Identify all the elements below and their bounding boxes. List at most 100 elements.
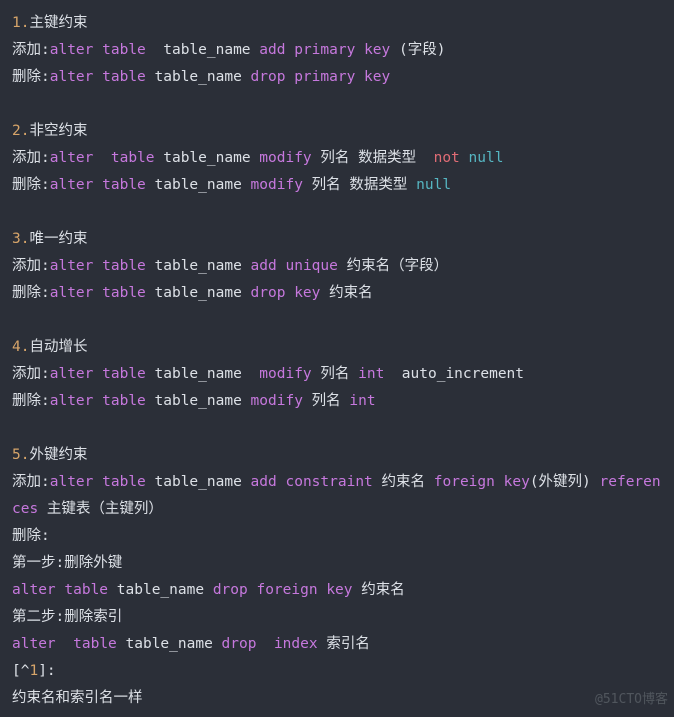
token-plain xyxy=(495,474,504,490)
watermark: @51CTO博客 xyxy=(595,686,668,713)
token-kw: drop xyxy=(251,285,286,301)
code-line: 删除:alter table table_name drop primary k… xyxy=(12,64,662,91)
token-kw: alter xyxy=(50,258,94,274)
code-line: 添加:alter table table_name add unique 约束名… xyxy=(12,253,662,280)
token-kw: alter xyxy=(12,582,56,598)
token-plain: ]: xyxy=(38,663,55,679)
token-plain xyxy=(285,285,294,301)
token-plain xyxy=(318,582,327,598)
code-line: alter table table_name drop foreign key … xyxy=(12,577,662,604)
token-kw: table xyxy=(102,177,146,193)
token-plain: 删除: xyxy=(12,285,50,301)
token-plain xyxy=(93,393,102,409)
token-plain xyxy=(285,69,294,85)
token-plain: 第一步:删除外键 xyxy=(12,555,122,571)
token-kw: table xyxy=(102,366,146,382)
token-kw: key xyxy=(326,582,352,598)
token-plain xyxy=(93,258,102,274)
token-plain: auto_increment xyxy=(384,366,524,382)
code-line xyxy=(12,199,662,226)
token-kw: modify xyxy=(259,366,311,382)
code-line: alter table table_name drop index 索引名 xyxy=(12,631,662,658)
code-line: 删除:alter table table_name modify 列名 int xyxy=(12,388,662,415)
token-kw: modify xyxy=(251,393,303,409)
token-kw: foreign xyxy=(256,582,317,598)
token-kw: index xyxy=(274,636,318,652)
token-kw: alter xyxy=(50,366,94,382)
token-kw: alter xyxy=(12,636,56,652)
token-plain: 添加: xyxy=(12,42,50,58)
token-num: 4. xyxy=(12,339,29,355)
token-kw: key xyxy=(364,69,390,85)
token-plain: 约束名（字段） xyxy=(338,258,448,274)
token-kw: alter xyxy=(50,474,94,490)
token-kw: table xyxy=(111,150,155,166)
code-block: 1.主键约束添加:alter table table_name add prim… xyxy=(12,10,662,712)
token-kw: primary xyxy=(294,42,355,58)
token-kw: alter xyxy=(50,69,94,85)
token-plain: 约束名和索引名一样 xyxy=(12,690,143,706)
code-line: 2.非空约束 xyxy=(12,118,662,145)
token-plain xyxy=(355,42,364,58)
token-plain: 列名 xyxy=(312,366,358,382)
code-line: 3.唯一约束 xyxy=(12,226,662,253)
token-kw: alter xyxy=(50,150,94,166)
token-kw: add xyxy=(251,474,277,490)
token-plain xyxy=(93,177,102,193)
token-plain: table_name xyxy=(146,177,251,193)
code-line: 删除:alter table table_name modify 列名 数据类型… xyxy=(12,172,662,199)
code-line xyxy=(12,307,662,334)
token-kw: primary xyxy=(294,69,355,85)
token-plain xyxy=(93,474,102,490)
token-kw: table xyxy=(102,258,146,274)
token-kw: alter xyxy=(50,177,94,193)
token-kw: table xyxy=(102,393,146,409)
token-kw: key xyxy=(364,42,390,58)
token-kw: foreign xyxy=(434,474,495,490)
token-plain: (字段) xyxy=(390,42,445,58)
token-plain: table_name xyxy=(108,582,213,598)
token-plain: 外键约束 xyxy=(29,447,87,463)
token-plain xyxy=(355,69,364,85)
token-plain: 主键约束 xyxy=(29,15,87,31)
token-kw: unique xyxy=(285,258,337,274)
code-line: 4.自动增长 xyxy=(12,334,662,361)
token-plain: table_name xyxy=(117,636,222,652)
token-kw: table xyxy=(73,636,117,652)
token-plain: 删除: xyxy=(12,393,50,409)
token-plain: (外键列) xyxy=(530,474,600,490)
code-line: 第二步:删除索引 xyxy=(12,604,662,631)
token-plain xyxy=(93,285,102,301)
token-plain xyxy=(93,150,110,166)
token-kw: int xyxy=(349,393,375,409)
token-kw: drop xyxy=(213,582,248,598)
token-kw: table xyxy=(102,474,146,490)
token-kw: table xyxy=(102,42,146,58)
token-kw: modify xyxy=(259,150,311,166)
token-plain: 添加: xyxy=(12,474,50,490)
token-kw: alter xyxy=(50,285,94,301)
token-num: 5. xyxy=(12,447,29,463)
token-plain: 主键表（主键列） xyxy=(38,501,163,517)
token-kw: add xyxy=(251,258,277,274)
code-line: 约束名和索引名一样 xyxy=(12,685,662,712)
token-plain: table_name xyxy=(146,258,251,274)
token-plain: [^ xyxy=(12,663,29,679)
token-plain: table_name xyxy=(146,474,251,490)
code-line: 添加:alter table table_name modify 列名 数据类型… xyxy=(12,145,662,172)
token-plain: table_name xyxy=(146,285,251,301)
token-kw: add xyxy=(259,42,285,58)
token-teal: null xyxy=(416,177,451,193)
code-line: 添加:alter table table_name modify 列名 int … xyxy=(12,361,662,388)
token-kw: alter xyxy=(50,42,94,58)
token-plain: 约束名 xyxy=(373,474,434,490)
token-num: 1. xyxy=(12,15,29,31)
token-num: 1 xyxy=(29,663,38,679)
token-plain: table_name xyxy=(146,393,251,409)
token-plain: 删除: xyxy=(12,69,50,85)
code-line: [^1]: xyxy=(12,658,662,685)
token-kw: table xyxy=(64,582,108,598)
code-line: 添加:alter table table_name add primary ke… xyxy=(12,37,662,64)
code-line: 删除: xyxy=(12,523,662,550)
token-plain: 删除: xyxy=(12,177,50,193)
